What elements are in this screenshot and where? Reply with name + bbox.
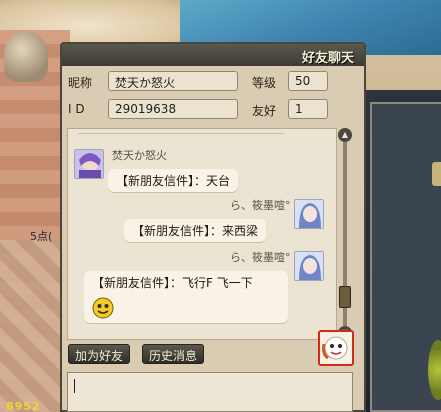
nickname-label: 昵称	[68, 76, 93, 90]
chat-input[interactable]	[67, 372, 353, 412]
sender-avatar	[294, 199, 324, 229]
message-separator	[78, 133, 284, 134]
text-caret	[74, 379, 75, 393]
smiley-emoticon-icon	[92, 297, 114, 319]
level-label: 等级	[252, 76, 277, 90]
window-title: 好友聊天	[301, 51, 354, 66]
side-panel-tab[interactable]	[432, 162, 441, 186]
emoticon-picker-button[interactable]	[318, 330, 354, 366]
level-value: 50	[288, 71, 328, 91]
message-sender-name: ら、筱墨喧°	[230, 251, 291, 264]
message-bubble: 【新朋友信件】：天台	[108, 169, 239, 192]
friendship-label: 友好	[252, 104, 277, 118]
side-panel	[362, 90, 441, 412]
avatar-portrait-icon	[295, 200, 323, 228]
avatar-portrait-icon	[295, 252, 323, 280]
nickname-row: 昵称 焚天か怒火 等级 50	[62, 70, 364, 94]
scene-number: 8952	[6, 400, 41, 412]
message-area[interactable]: 焚天か怒火 【新朋友信件】：天台 ら、筱墨喧° 【新朋友信件】：来西梁 ら、筱墨…	[67, 128, 337, 340]
id-value: 29019638	[108, 99, 238, 119]
message-bubble: 【新朋友信件】：来西梁	[124, 219, 267, 242]
sheep-emoticon-icon	[322, 336, 348, 360]
history-messages-button[interactable]: 历史消息	[142, 344, 205, 364]
nickname-value: 焚天か怒火	[108, 71, 238, 91]
message-sender-name: ら、筱墨喧°	[230, 199, 291, 212]
friend-chat-window: 好友聊天 昵称 焚天か怒火 等级 50 I D 29019638 友好 1 焚天…	[60, 42, 366, 412]
message-sender-name: 焚天か怒火	[112, 149, 167, 162]
scrollbar-thumb[interactable]	[339, 286, 351, 308]
id-label: I D	[68, 102, 85, 116]
scroll-up-icon[interactable]: ▲	[338, 128, 352, 142]
scene-label: 5点(	[30, 230, 53, 243]
leaf-decoration	[428, 340, 441, 400]
scene-pot	[4, 32, 48, 82]
sender-avatar	[294, 251, 324, 281]
message-scrollbar[interactable]: ▲ ▼	[337, 128, 353, 340]
friendship-value: 1	[288, 99, 328, 119]
add-friend-button[interactable]: 加为好友	[68, 344, 131, 364]
avatar-portrait-icon	[75, 150, 103, 178]
sender-avatar	[74, 149, 104, 179]
message-text: 【新朋友信件】：飞行F 飞一下	[92, 276, 253, 290]
window-titlebar[interactable]: 好友聊天	[62, 44, 364, 66]
id-row: I D 29019638 友好 1	[62, 98, 364, 122]
message-bubble: 【新朋友信件】：飞行F 飞一下	[84, 271, 288, 323]
